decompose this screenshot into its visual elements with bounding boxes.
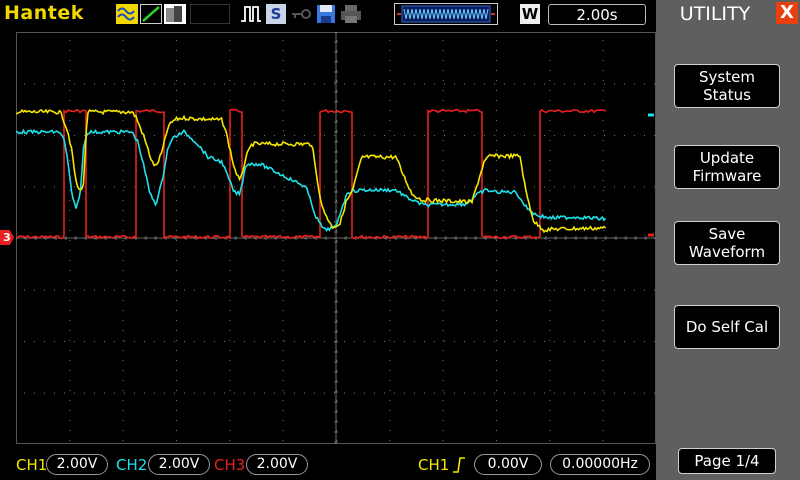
rising-edge-icon xyxy=(452,455,466,475)
empty-slot xyxy=(190,4,230,24)
button-label-line2: Waveform xyxy=(688,243,766,261)
trigger-source: CH1 xyxy=(418,456,450,474)
do-self-cal-button[interactable]: Do Self Cal xyxy=(674,305,780,349)
ch1-label: CH1 xyxy=(16,456,48,474)
close-icon: X xyxy=(780,2,794,23)
pulse-icon xyxy=(240,4,262,24)
page-indicator-button[interactable]: Page 1/4 xyxy=(678,448,776,474)
ch1-scale[interactable]: 2.00V xyxy=(46,454,108,475)
system-status-button[interactable]: System Status xyxy=(674,64,780,108)
key-icon xyxy=(290,4,312,24)
waveform-display xyxy=(16,32,656,444)
button-label-line1: Update xyxy=(699,149,755,167)
save-waveform-button[interactable]: Save Waveform xyxy=(674,221,780,265)
grayscale-icon xyxy=(164,4,186,24)
ch3-scale[interactable]: 2.00V xyxy=(246,454,308,475)
button-label-line2: Firmware xyxy=(692,167,762,185)
floppy-icon xyxy=(316,4,336,24)
button-label-line1: Save xyxy=(708,225,746,243)
close-button[interactable]: X xyxy=(776,2,798,24)
ramp-icon xyxy=(140,4,162,24)
trigger-frequency: 0.00000Hz xyxy=(550,454,650,475)
ch3-level-marker[interactable]: 3 xyxy=(0,230,14,245)
trigger-level[interactable]: 0.00V xyxy=(474,454,542,475)
top-status-bar: Hantek S W 2.00s xyxy=(0,0,656,28)
ch3-label: CH3 xyxy=(214,456,246,474)
update-firmware-button[interactable]: Update Firmware xyxy=(674,145,780,189)
ch3-marker-label: 3 xyxy=(3,231,11,244)
wave-icon xyxy=(116,4,138,24)
button-label-line1: System xyxy=(699,68,755,86)
utility-menu-panel: UTILITY X System Status Update Firmware … xyxy=(656,0,800,480)
timebase-mode: W xyxy=(520,4,540,24)
ch2-label: CH2 xyxy=(116,456,148,474)
button-label-line2: Status xyxy=(703,86,751,104)
memory-depth-bar xyxy=(394,3,498,25)
time-per-div: 2.00s xyxy=(548,4,646,25)
printer-icon xyxy=(340,4,362,24)
ch2-scale[interactable]: 2.00V xyxy=(148,454,210,475)
button-label-line1: Do Self Cal xyxy=(685,318,769,336)
brand-logo: Hantek xyxy=(4,2,84,24)
save-indicator: S xyxy=(266,4,286,24)
panel-title: UTILITY xyxy=(679,3,751,25)
